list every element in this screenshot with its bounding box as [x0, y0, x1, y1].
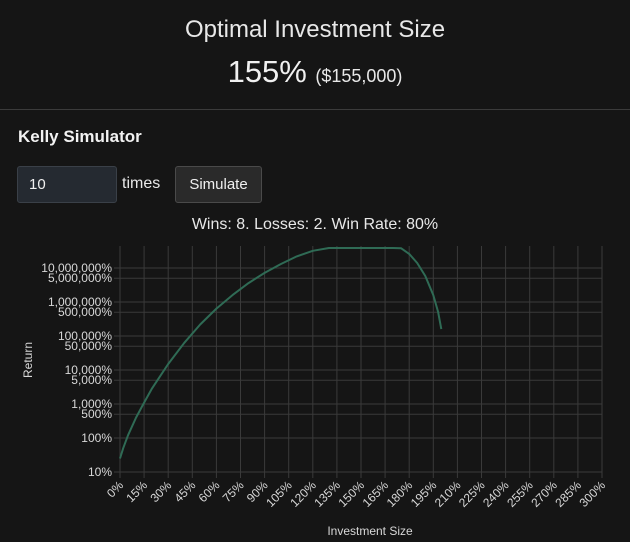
y-tick-label: 100%: [81, 431, 112, 445]
x-tick-label: 150%: [336, 478, 368, 510]
times-input[interactable]: [17, 166, 117, 203]
optimal-percentage: 155%: [227, 54, 307, 89]
x-tick-label: 255%: [504, 478, 536, 510]
x-tick-label: 135%: [311, 478, 343, 510]
simulate-button[interactable]: Simulate: [175, 166, 262, 203]
optimal-header: Optimal Investment Size 155% ($155,000): [0, 0, 630, 110]
optimal-title: Optimal Investment Size: [184, 16, 446, 43]
simulation-result: Wins: 8. Losses: 2. Win Rate: 80%: [191, 216, 439, 233]
x-tick-label: 270%: [528, 478, 560, 510]
y-tick-label: 100,000%: [58, 329, 112, 343]
x-tick-label: 75%: [220, 478, 247, 505]
y-tick-label: 10%: [88, 465, 112, 479]
x-tick-label: 60%: [196, 478, 223, 505]
y-tick-label: 10,000,000%: [41, 261, 112, 275]
y-tick-label: 1,000%: [71, 397, 112, 411]
x-tick-label: 300%: [577, 478, 609, 510]
x-tick-label: 0%: [104, 478, 126, 500]
x-tick-label: 30%: [147, 478, 174, 505]
x-tick-label: 285%: [552, 478, 584, 510]
optimal-value: 155% ($155,000): [0, 54, 630, 96]
x-tick-label: 210%: [432, 478, 464, 510]
x-tick-label: 165%: [360, 478, 392, 510]
x-axis-ticks: 0%15%30%45%60%75%90%105%120%135%150%165%…: [104, 478, 608, 510]
y-axis-ticks: 10%100%500%1,000%5,000%10,000%50,000%100…: [41, 261, 112, 479]
x-tick-label: 15%: [123, 478, 150, 505]
x-tick-label: 120%: [287, 478, 319, 510]
x-tick-label: 240%: [480, 478, 512, 510]
simulator-title: Kelly Simulator: [18, 127, 142, 146]
times-label: times: [122, 175, 161, 192]
y-axis-label: Return: [21, 342, 35, 378]
x-tick-label: 225%: [456, 478, 488, 510]
x-tick-label: 195%: [408, 478, 440, 510]
kelly-chart: 10%100%500%1,000%5,000%10,000%50,000%100…: [21, 246, 608, 538]
x-tick-label: 45%: [172, 478, 199, 505]
x-tick-label: 105%: [263, 478, 295, 510]
x-axis-label: Investment Size: [327, 524, 413, 538]
chart-grid: [114, 246, 603, 478]
y-tick-label: 1,000,000%: [48, 295, 112, 309]
x-tick-label: 180%: [384, 478, 416, 510]
optimal-amount: ($155,000): [315, 66, 403, 86]
header-divider: [0, 109, 630, 110]
y-tick-label: 10,000%: [65, 363, 113, 377]
